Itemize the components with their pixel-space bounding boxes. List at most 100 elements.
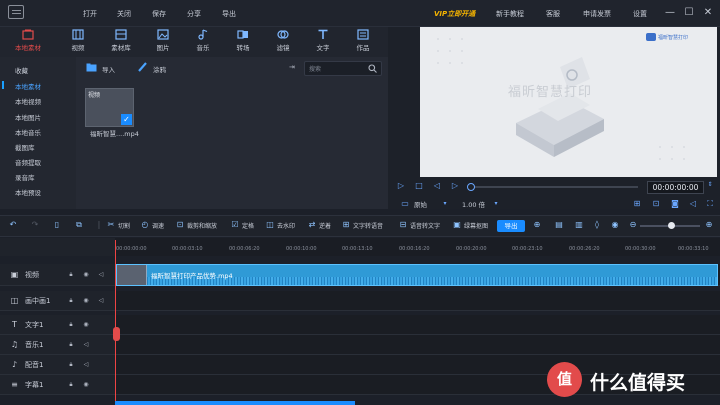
search-icon[interactable] <box>368 64 377 73</box>
lock-icon[interactable]: 🔒︎ <box>67 341 75 349</box>
zoom-in-icon[interactable]: ⊕ <box>704 220 714 230</box>
minimize-button[interactable]: — <box>665 7 675 18</box>
tab-image[interactable]: 图片 <box>143 29 183 55</box>
prev-frame-icon[interactable]: ◁ <box>432 181 442 191</box>
checkmark-icon[interactable]: ✓ <box>121 114 132 125</box>
remove-watermark-icon[interactable]: ◫ <box>265 220 275 230</box>
mute-icon[interactable]: ◁ <box>82 341 90 349</box>
tab-works[interactable]: 作品 <box>343 29 383 55</box>
import-button[interactable]: 导入 <box>102 64 115 74</box>
reverse-button[interactable]: 逆着 <box>319 221 331 230</box>
export-button[interactable]: 导出 <box>497 220 525 232</box>
menu-export[interactable]: 导出 <box>222 9 236 19</box>
crop-zoom-icon[interactable]: ⊡ <box>175 220 185 230</box>
stt-icon[interactable]: ⊟ <box>398 220 408 230</box>
speed-icon[interactable]: ◴ <box>140 220 150 230</box>
sidebar-item-recordings[interactable]: 录音库 <box>15 172 35 182</box>
menu-share[interactable]: 分享 <box>187 9 201 19</box>
ratio-dropdown[interactable]: 原始 <box>414 199 427 211</box>
search-box[interactable] <box>304 61 382 76</box>
sidebar-item-screenshots[interactable]: 截图库 <box>15 142 35 152</box>
chroma-key-button[interactable]: 绿幕抠图 <box>464 221 488 230</box>
track-lane-text[interactable] <box>115 315 720 335</box>
sidebar-item-local-music[interactable]: 本地音乐 <box>15 127 41 137</box>
eye-icon[interactable]: ◉ <box>82 321 90 329</box>
next-frame-icon[interactable]: ▷ <box>450 181 460 191</box>
reverse-icon[interactable]: ⇄ <box>307 220 317 230</box>
menu-open[interactable]: 打开 <box>83 9 97 19</box>
tts-icon[interactable]: ⊞ <box>341 220 351 230</box>
close-button[interactable]: ✕ <box>703 7 713 18</box>
speed-dropdown[interactable]: 1.00 倍 <box>462 199 485 211</box>
tab-transition[interactable]: 转场 <box>223 29 263 55</box>
sidebar-item-local-media[interactable]: 本地素材 <box>15 81 41 91</box>
progress-knob[interactable] <box>467 183 475 191</box>
timeline-scrollbar[interactable] <box>115 401 355 405</box>
lock-icon[interactable]: 🔒︎ <box>67 321 75 329</box>
crop-zoom-button[interactable]: 裁剪和缩放 <box>187 221 217 230</box>
tab-local-media[interactable]: 本地素材 <box>8 29 48 55</box>
chevron-down-icon[interactable]: ▾ <box>491 199 501 209</box>
video-clip[interactable]: 福昕智慧打印产品优势.mp4 <box>116 264 718 286</box>
lock-icon[interactable]: 🔒︎ <box>67 381 75 389</box>
tab-video[interactable]: 视频 <box>58 29 98 55</box>
zoom-slider-knob[interactable] <box>668 222 675 229</box>
freeze-icon[interactable]: ☑ <box>230 220 240 230</box>
stop-icon[interactable]: □ <box>414 181 424 191</box>
search-input[interactable] <box>309 64 365 74</box>
sidebar-item-local-video[interactable]: 本地视频 <box>15 96 41 106</box>
shield-icon[interactable]: ◊ <box>592 220 602 230</box>
redo-icon[interactable]: ↷ <box>30 220 40 230</box>
delete-icon[interactable]: ▯ <box>52 220 62 230</box>
magnifier-icon[interactable]: ⊕ <box>532 220 542 230</box>
eye-icon[interactable]: ◉ <box>82 271 90 279</box>
timecode-stepper-icon[interactable]: ⇕ <box>705 180 715 190</box>
chroma-key-icon[interactable]: ▣ <box>452 220 462 230</box>
track-lane-music[interactable] <box>115 335 720 355</box>
speed-button[interactable]: 调速 <box>152 221 164 230</box>
sidebar-item-presets[interactable]: 本地预设 <box>15 187 41 197</box>
menu-settings[interactable]: 设置 <box>633 9 647 19</box>
play-icon[interactable]: ▷ <box>396 181 406 191</box>
playhead[interactable] <box>115 240 116 405</box>
menu-tutorial[interactable]: 新手教程 <box>496 9 524 19</box>
vip-link[interactable]: VIP立即开通 <box>434 9 475 19</box>
progress-track[interactable] <box>470 186 638 188</box>
chevron-down-icon[interactable]: ▾ <box>440 199 450 209</box>
mute-icon[interactable]: ◁ <box>97 297 105 305</box>
cut-icon[interactable]: ✂ <box>106 220 116 230</box>
mute-icon[interactable]: ◁ <box>97 271 105 279</box>
eye-icon[interactable]: ◉ <box>82 381 90 389</box>
volume-icon[interactable]: ◁ <box>688 199 698 209</box>
freeze-button[interactable]: 定格 <box>242 221 254 230</box>
stt-button[interactable]: 语音转文字 <box>410 221 440 230</box>
tab-filter[interactable]: 滤镜 <box>263 29 303 55</box>
track-lane-pip[interactable] <box>115 291 720 311</box>
snapshot-icon[interactable]: ◙ <box>670 199 680 209</box>
layout-icon[interactable]: ▤ <box>554 220 564 230</box>
grid-icon[interactable]: ⊞ <box>632 199 642 209</box>
sidebar-item-local-image[interactable]: 本地图片 <box>15 112 41 122</box>
panel-icon[interactable]: ▥ <box>574 220 584 230</box>
draw-button[interactable]: 涂鸦 <box>153 64 166 74</box>
menu-close[interactable]: 关闭 <box>117 9 131 19</box>
undo-icon[interactable]: ↶ <box>8 220 18 230</box>
record-icon[interactable]: ◉ <box>610 220 620 230</box>
menu-support[interactable]: 客服 <box>546 9 560 19</box>
media-thumbnail[interactable]: 视频 ✓ <box>85 88 134 127</box>
lock-icon[interactable]: 🔒︎ <box>67 297 75 305</box>
timecode-display[interactable]: 00:00:00:00 <box>647 181 704 194</box>
sidebar-item-audio-extract[interactable]: 音频提取 <box>15 157 41 167</box>
menu-invoice[interactable]: 申请发票 <box>583 9 611 19</box>
fullscreen-icon[interactable]: ⛶ <box>705 199 715 209</box>
sort-icon[interactable]: ⇥ <box>289 63 299 71</box>
zoom-out-icon[interactable]: ⊖ <box>628 220 638 230</box>
tab-music[interactable]: 音乐 <box>183 29 223 55</box>
copy-icon[interactable]: ⧉ <box>74 220 84 230</box>
playhead-handle[interactable] <box>113 327 120 341</box>
eye-icon[interactable]: ◉ <box>82 297 90 305</box>
maximize-button[interactable]: ☐ <box>684 7 694 18</box>
menu-save[interactable]: 保存 <box>152 9 166 19</box>
mute-icon[interactable]: ◁ <box>82 361 90 369</box>
crop-icon[interactable]: ⊡ <box>651 199 661 209</box>
